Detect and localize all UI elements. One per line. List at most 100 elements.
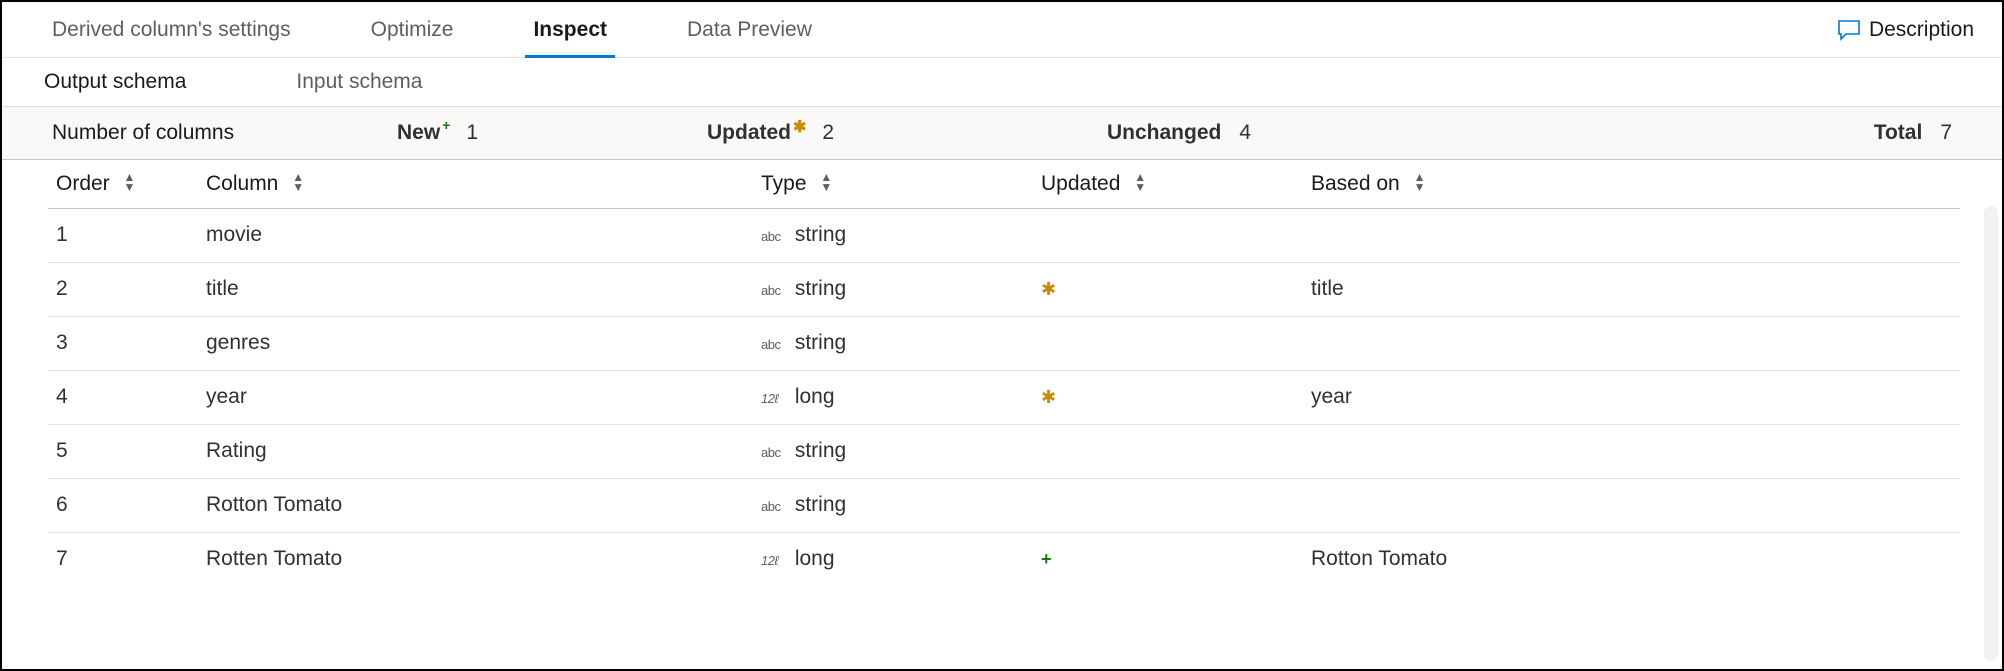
string-type-icon: abc — [761, 499, 789, 514]
comment-icon — [1837, 19, 1861, 41]
table-row[interactable]: 4year12ℓ long✱year — [48, 370, 1960, 424]
sort-icon — [1134, 172, 1144, 192]
table-row[interactable]: 5Ratingabc string — [48, 424, 1960, 478]
cell-type: 12ℓ long — [753, 532, 1033, 586]
cell-type-label: string — [789, 277, 846, 300]
cell-based-on — [1303, 424, 1960, 478]
stat-new-value: 1 — [466, 121, 478, 145]
updated-star-icon: ✱ — [1041, 387, 1056, 407]
stat-new-label: New — [397, 121, 440, 145]
cell-type-label: string — [789, 331, 846, 354]
cell-updated — [1033, 424, 1303, 478]
cell-type-label: string — [789, 439, 846, 462]
cell-updated — [1033, 208, 1303, 262]
cell-based-on: year — [1303, 370, 1960, 424]
new-plus-icon: + — [1041, 549, 1052, 569]
stat-total-label: Total — [1874, 121, 1923, 145]
updated-star-icon: ✱ — [1041, 279, 1056, 299]
primary-tabs: Derived column's settings Optimize Inspe… — [2, 2, 2002, 58]
cell-based-on — [1303, 478, 1960, 532]
cell-order: 3 — [48, 316, 198, 370]
col-header-column-label: Column — [206, 172, 278, 195]
cell-order: 4 — [48, 370, 198, 424]
string-type-icon: abc — [761, 283, 789, 298]
stat-total-value: 7 — [1940, 121, 1952, 145]
cell-updated — [1033, 316, 1303, 370]
schema-table: Order Column Type Updated Based on — [48, 160, 1960, 586]
sort-icon — [292, 172, 302, 192]
cell-type: abc string — [753, 316, 1033, 370]
updated-marker-icon: ✱ — [793, 117, 806, 137]
tab-optimize[interactable]: Optimize — [331, 2, 494, 57]
cell-updated: + — [1033, 532, 1303, 586]
cell-updated: ✱ — [1033, 370, 1303, 424]
col-header-updated[interactable]: Updated — [1033, 160, 1303, 208]
cell-order: 5 — [48, 424, 198, 478]
tab-derived-settings[interactable]: Derived column's settings — [12, 2, 331, 57]
cell-column: genres — [198, 316, 753, 370]
string-type-icon: abc — [761, 445, 789, 460]
description-label: Description — [1869, 18, 1974, 42]
col-count-label: Number of columns — [52, 121, 234, 144]
cell-type-label: long — [789, 385, 835, 408]
cell-column: movie — [198, 208, 753, 262]
table-row[interactable]: 6Rotton Tomatoabc string — [48, 478, 1960, 532]
tab-inspect[interactable]: Inspect — [493, 2, 647, 57]
cell-based-on — [1303, 316, 1960, 370]
sort-icon — [820, 172, 830, 192]
cell-type-label: long — [789, 547, 835, 570]
column-stats-bar: Number of columns New + 1 Updated ✱ 2 Un… — [2, 106, 2002, 160]
col-header-order[interactable]: Order — [48, 160, 198, 208]
cell-based-on — [1303, 208, 1960, 262]
schema-subtabs: Output schema Input schema — [2, 58, 2002, 106]
cell-column: year — [198, 370, 753, 424]
new-marker-icon: + — [442, 117, 450, 133]
stat-unchanged-value: 4 — [1239, 121, 1251, 145]
stat-updated-value: 2 — [822, 121, 834, 145]
table-header-row: Order Column Type Updated Based on — [48, 160, 1960, 208]
cell-order: 6 — [48, 478, 198, 532]
description-link[interactable]: Description — [1837, 18, 1992, 42]
cell-column: title — [198, 262, 753, 316]
col-header-type[interactable]: Type — [753, 160, 1033, 208]
col-header-updated-label: Updated — [1041, 172, 1120, 195]
cell-type-label: string — [789, 223, 846, 246]
table-body: 1movieabc string2titleabc string✱title3g… — [48, 208, 1960, 586]
cell-order: 7 — [48, 532, 198, 586]
string-type-icon: abc — [761, 337, 789, 352]
cell-order: 2 — [48, 262, 198, 316]
stat-unchanged-label: Unchanged — [1107, 121, 1221, 145]
cell-order: 1 — [48, 208, 198, 262]
subtab-output-schema[interactable]: Output schema — [44, 70, 186, 94]
string-type-icon: abc — [761, 229, 789, 244]
col-header-based-on-label: Based on — [1311, 172, 1400, 195]
schema-table-wrapper: Order Column Type Updated Based on — [2, 160, 2002, 586]
col-header-type-label: Type — [761, 172, 807, 195]
subtab-input-schema[interactable]: Input schema — [296, 70, 422, 94]
col-header-column[interactable]: Column — [198, 160, 753, 208]
numeric-type-icon: 12ℓ — [761, 391, 789, 406]
cell-type: abc string — [753, 262, 1033, 316]
cell-based-on: Rotton Tomato — [1303, 532, 1960, 586]
stat-updated-label: Updated — [707, 121, 791, 145]
col-header-order-label: Order — [56, 172, 110, 195]
cell-type-label: string — [789, 493, 846, 516]
col-header-based-on[interactable]: Based on — [1303, 160, 1960, 208]
table-row[interactable]: 3genresabc string — [48, 316, 1960, 370]
cell-updated: ✱ — [1033, 262, 1303, 316]
sort-icon — [1414, 172, 1424, 192]
cell-column: Rotten Tomato — [198, 532, 753, 586]
cell-type: abc string — [753, 478, 1033, 532]
cell-column: Rotton Tomato — [198, 478, 753, 532]
cell-type: 12ℓ long — [753, 370, 1033, 424]
cell-type: abc string — [753, 208, 1033, 262]
scrollbar-track[interactable] — [1984, 206, 1998, 661]
cell-updated — [1033, 478, 1303, 532]
tab-data-preview[interactable]: Data Preview — [647, 2, 852, 57]
cell-type: abc string — [753, 424, 1033, 478]
cell-column: Rating — [198, 424, 753, 478]
table-row[interactable]: 7Rotten Tomato12ℓ long + Rotton Tomato — [48, 532, 1960, 586]
cell-based-on: title — [1303, 262, 1960, 316]
table-row[interactable]: 1movieabc string — [48, 208, 1960, 262]
table-row[interactable]: 2titleabc string✱title — [48, 262, 1960, 316]
